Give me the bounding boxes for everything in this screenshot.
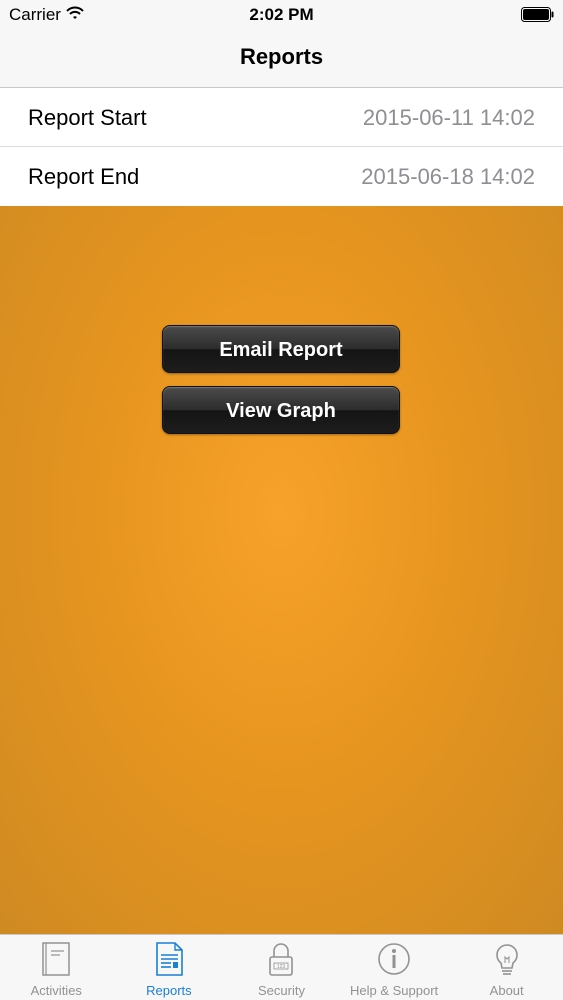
tab-activities-label: Activities [30,983,82,998]
email-report-button[interactable]: Email Report [162,325,400,373]
tab-about[interactable]: About [450,935,563,1000]
svg-text:123: 123 [277,964,286,970]
tab-about-label: About [489,983,524,998]
navigation-bar: Reports [0,30,563,88]
tab-help-support-label: Help & Support [349,983,439,998]
tab-help-support[interactable]: Help & Support [338,935,451,1000]
status-bar: Carrier 2:02 PM [0,0,563,30]
tab-bar: Activities Reports 123 Security Help & S… [0,934,563,1000]
tab-activities[interactable]: Activities [0,935,113,1000]
report-start-row[interactable]: Report Start 2015-06-11 14:02 [0,88,563,147]
battery-icon [521,7,554,22]
page-title: Reports [239,44,324,69]
content-area: Email Report View Graph [0,206,563,934]
report-start-value: 2015-06-11 14:02 [362,105,535,130]
tab-security-label: Security [258,983,305,998]
view-graph-button[interactable]: View Graph [162,386,400,434]
report-start-label: Report Start [28,105,147,130]
notebook-icon [42,942,71,976]
tab-security[interactable]: 123 Security [225,935,338,1000]
info-icon [378,943,410,975]
lock-icon: 123 [269,943,294,976]
app-screen: Carrier 2:02 PM Reports Report Start 201… [0,0,563,1000]
report-range-table: Report Start 2015-06-11 14:02 Report End… [0,88,563,205]
lightbulb-icon [495,944,518,975]
document-icon [156,942,183,976]
report-end-row[interactable]: Report End 2015-06-18 14:02 [0,147,563,205]
tab-reports-label: Reports [146,983,192,998]
report-end-value: 2015-06-18 14:02 [361,164,535,189]
report-end-label: Report End [28,164,140,189]
status-time: 2:02 PM [249,5,314,24]
tab-reports[interactable]: Reports [113,935,226,1000]
